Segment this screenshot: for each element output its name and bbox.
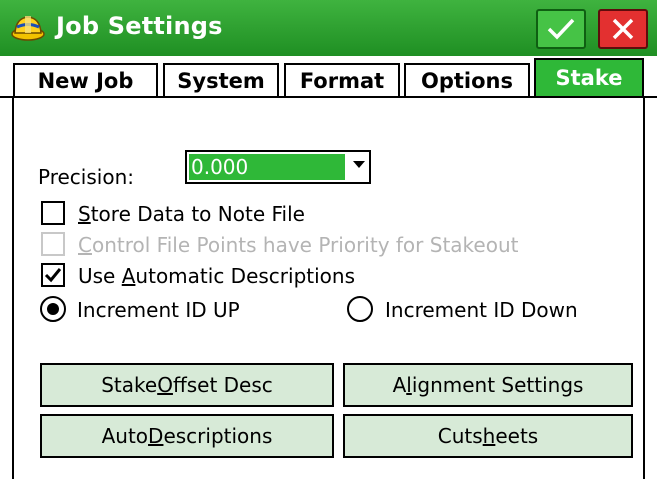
- auto-desc-label-post: utomatic Descriptions: [135, 264, 355, 288]
- stake-offset-pre: Stake: [101, 373, 158, 397]
- cutsheets-accel: h: [482, 424, 496, 448]
- auto-descriptions-pre: Auto: [101, 424, 149, 448]
- radio-selected-dot: [47, 303, 59, 315]
- store-data-checkbox[interactable]: [41, 201, 65, 225]
- increment-down-radio[interactable]: [347, 296, 373, 322]
- control-priority-label: Control File Points have Priority for St…: [78, 233, 518, 257]
- title-bar: Job Settings: [0, 0, 657, 56]
- auto-descriptions-accel: D: [148, 424, 164, 448]
- tab-stake[interactable]: Stake: [534, 58, 644, 96]
- panel-border-left: [12, 96, 14, 479]
- increment-up-label[interactable]: Increment ID UP: [77, 298, 240, 322]
- tab-system[interactable]: System: [163, 63, 279, 96]
- close-button[interactable]: [598, 9, 648, 49]
- tab-divider: [0, 96, 657, 98]
- auto-desc-label-pre: Use: [78, 264, 122, 288]
- auto-desc-checkbox[interactable]: [41, 263, 65, 287]
- increment-down-label[interactable]: Increment ID Down: [385, 298, 578, 322]
- control-priority-checkbox: [41, 232, 65, 256]
- tab-new-job[interactable]: New Job: [13, 63, 158, 96]
- auto-desc-label-accel: A: [121, 264, 136, 288]
- control-priority-label-post: ontrol File Points have Priority for Sta…: [91, 233, 519, 257]
- tab-strip: New Job System Format Options Stake: [13, 58, 645, 96]
- store-data-label-post: tore Data to Note File: [90, 202, 305, 226]
- precision-label: Precision:: [38, 165, 134, 189]
- stake-offset-post: ffset Desc: [172, 373, 273, 397]
- auto-desc-label[interactable]: Use Automatic Descriptions: [78, 264, 355, 288]
- alignment-post: ignment Settings: [411, 373, 584, 397]
- chevron-down-icon[interactable]: [353, 161, 365, 168]
- tab-options[interactable]: Options: [404, 63, 530, 96]
- cutsheets-post: eets: [495, 424, 539, 448]
- cutsheets-pre: Cuts: [437, 424, 483, 448]
- increment-up-radio[interactable]: [40, 296, 66, 322]
- close-icon: [612, 18, 634, 40]
- tab-format[interactable]: Format: [284, 63, 400, 96]
- auto-descriptions-button[interactable]: Auto Descriptions: [40, 414, 334, 458]
- store-data-label-accel: S: [78, 202, 91, 226]
- precision-dropdown[interactable]: 0.000: [185, 150, 371, 184]
- checkmark-icon: [44, 268, 62, 283]
- stake-offset-accel: O: [157, 373, 173, 397]
- cutsheets-button[interactable]: Cuts h eets: [343, 414, 633, 458]
- stake-offset-desc-button[interactable]: Stake Offset Desc: [40, 363, 334, 407]
- window-title: Job Settings: [56, 12, 223, 40]
- alignment-pre: A: [392, 373, 407, 397]
- control-priority-label-accel: C: [78, 233, 92, 257]
- checkmark-icon: [547, 18, 575, 40]
- alignment-settings-button[interactable]: Al ignment Settings: [343, 363, 633, 407]
- ok-button[interactable]: [536, 9, 586, 49]
- auto-descriptions-post: escriptions: [163, 424, 273, 448]
- panel-border-right: [643, 96, 645, 479]
- hardhat-icon: [11, 16, 45, 41]
- store-data-label[interactable]: Store Data to Note File: [78, 202, 305, 226]
- precision-value: 0.000: [189, 154, 345, 180]
